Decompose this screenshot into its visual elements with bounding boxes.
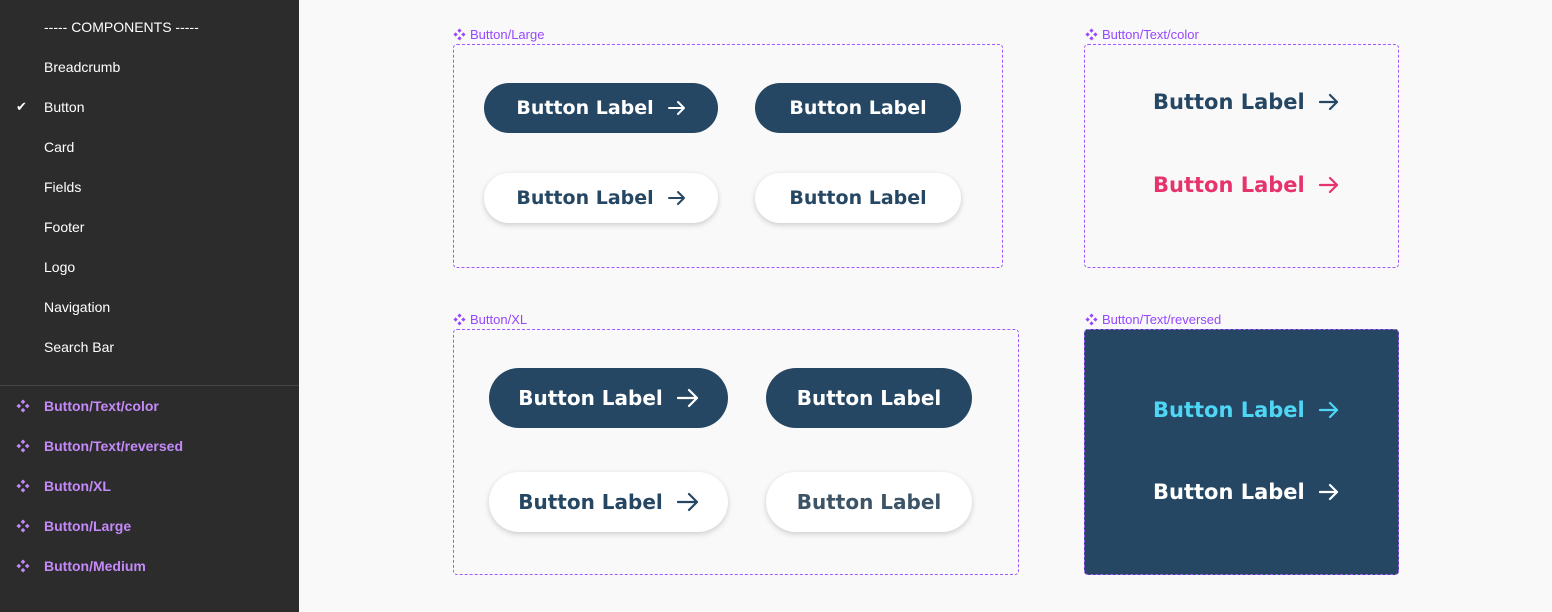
layers-sidebar: ----- COMPONENTS ----- Breadcrumb ✔ Butt… [0, 0, 299, 612]
button-xl-outline-arrow[interactable]: Button Label [489, 472, 728, 532]
section-header-label: ----- COMPONENTS ----- [44, 19, 199, 35]
button-label: Button Label [1153, 398, 1305, 422]
button-label: Button Label [796, 490, 942, 514]
frame-button-text-color[interactable] [1084, 44, 1399, 268]
button-large-filled-arrow[interactable]: Button Label [484, 83, 718, 133]
page-item-button[interactable]: ✔ Button [0, 87, 299, 127]
component-icon [16, 479, 30, 493]
page-item-logo[interactable]: Logo [0, 247, 299, 287]
page-item-footer[interactable]: Footer [0, 207, 299, 247]
button-label: Button Label [1153, 480, 1305, 504]
component-item-button-text-reversed[interactable]: Button/Text/reversed [0, 426, 299, 466]
page-item-breadcrumb[interactable]: Breadcrumb [0, 47, 299, 87]
text-button-white[interactable]: Button Label [1153, 480, 1339, 504]
button-label: Button Label [518, 490, 663, 514]
component-item-label: Button/Text/reversed [44, 438, 183, 454]
component-item-label: Button/XL [44, 478, 111, 494]
component-item-button-text-color[interactable]: Button/Text/color [0, 386, 299, 426]
frame-label-text: Button/Text/color [1102, 27, 1199, 42]
component-item-button-xl[interactable]: Button/XL [0, 466, 299, 506]
frame-button-text-reversed[interactable] [1084, 329, 1399, 575]
text-button-cyan[interactable]: Button Label [1153, 398, 1339, 422]
page-item-navigation[interactable]: Navigation [0, 287, 299, 327]
page-item-label: Fields [44, 179, 82, 195]
check-icon: ✔ [16, 99, 27, 114]
arrow-right-icon [1318, 483, 1339, 501]
component-item-button-medium[interactable]: Button/Medium [0, 546, 299, 586]
component-icon [16, 519, 30, 533]
component-item-label: Button/Large [44, 518, 132, 534]
text-button-pink[interactable]: Button Label [1153, 173, 1339, 197]
component-icon [1085, 28, 1098, 41]
page-item-search-bar[interactable]: Search Bar [0, 327, 299, 367]
frame-label-text: Button/Large [470, 27, 545, 42]
frame-label-button-xl[interactable]: Button/XL [453, 312, 527, 327]
button-label: Button Label [796, 386, 942, 410]
component-icon [16, 399, 30, 413]
component-item-button-large[interactable]: Button/Large [0, 506, 299, 546]
button-label: Button Label [516, 97, 654, 119]
frame-label-button-large[interactable]: Button/Large [453, 27, 544, 42]
button-large-filled[interactable]: Button Label [755, 83, 961, 133]
page-item-label: Logo [44, 259, 76, 275]
frame-label-button-text-color[interactable]: Button/Text/color [1085, 27, 1199, 42]
page-item-label: Navigation [44, 299, 111, 315]
button-label: Button Label [518, 386, 663, 410]
button-label: Button Label [1153, 90, 1305, 114]
button-xl-outline[interactable]: Button Label [766, 472, 972, 532]
frame-label-text: Button/Text/reversed [1102, 312, 1222, 327]
component-icon [453, 313, 466, 326]
section-header-components[interactable]: ----- COMPONENTS ----- [0, 7, 299, 47]
page-item-card[interactable]: Card [0, 127, 299, 167]
button-large-outline-arrow[interactable]: Button Label [484, 173, 718, 223]
button-label: Button Label [1153, 173, 1305, 197]
component-item-label: Button/Medium [44, 558, 146, 574]
component-item-label: Button/Text/color [44, 398, 159, 414]
arrow-right-icon [667, 100, 686, 116]
component-icon [453, 28, 466, 41]
arrow-right-icon [676, 388, 699, 408]
button-label: Button Label [789, 187, 927, 209]
button-xl-filled[interactable]: Button Label [766, 368, 972, 428]
frame-label-button-text-reversed[interactable]: Button/Text/reversed [1085, 312, 1221, 327]
arrow-right-icon [1318, 176, 1339, 194]
arrow-right-icon [1318, 401, 1339, 419]
component-icon [1085, 313, 1098, 326]
page-item-label: Button [44, 99, 85, 115]
frame-button-large[interactable] [453, 44, 1003, 268]
text-button-navy[interactable]: Button Label [1153, 90, 1339, 114]
component-icon [16, 559, 30, 573]
component-icon [16, 439, 30, 453]
frame-label-text: Button/XL [470, 312, 528, 327]
frame-button-xl[interactable] [453, 329, 1019, 575]
arrow-right-icon [1318, 93, 1339, 111]
button-xl-filled-arrow[interactable]: Button Label [489, 368, 728, 428]
page-item-label: Footer [44, 219, 85, 235]
page-item-label: Search Bar [44, 339, 115, 355]
button-label: Button Label [516, 187, 654, 209]
arrow-right-icon [676, 492, 699, 512]
page-item-fields[interactable]: Fields [0, 167, 299, 207]
button-large-outline[interactable]: Button Label [755, 173, 961, 223]
arrow-right-icon [667, 190, 686, 206]
page-item-label: Breadcrumb [44, 59, 121, 75]
button-label: Button Label [789, 97, 927, 119]
page-item-label: Card [44, 139, 75, 155]
